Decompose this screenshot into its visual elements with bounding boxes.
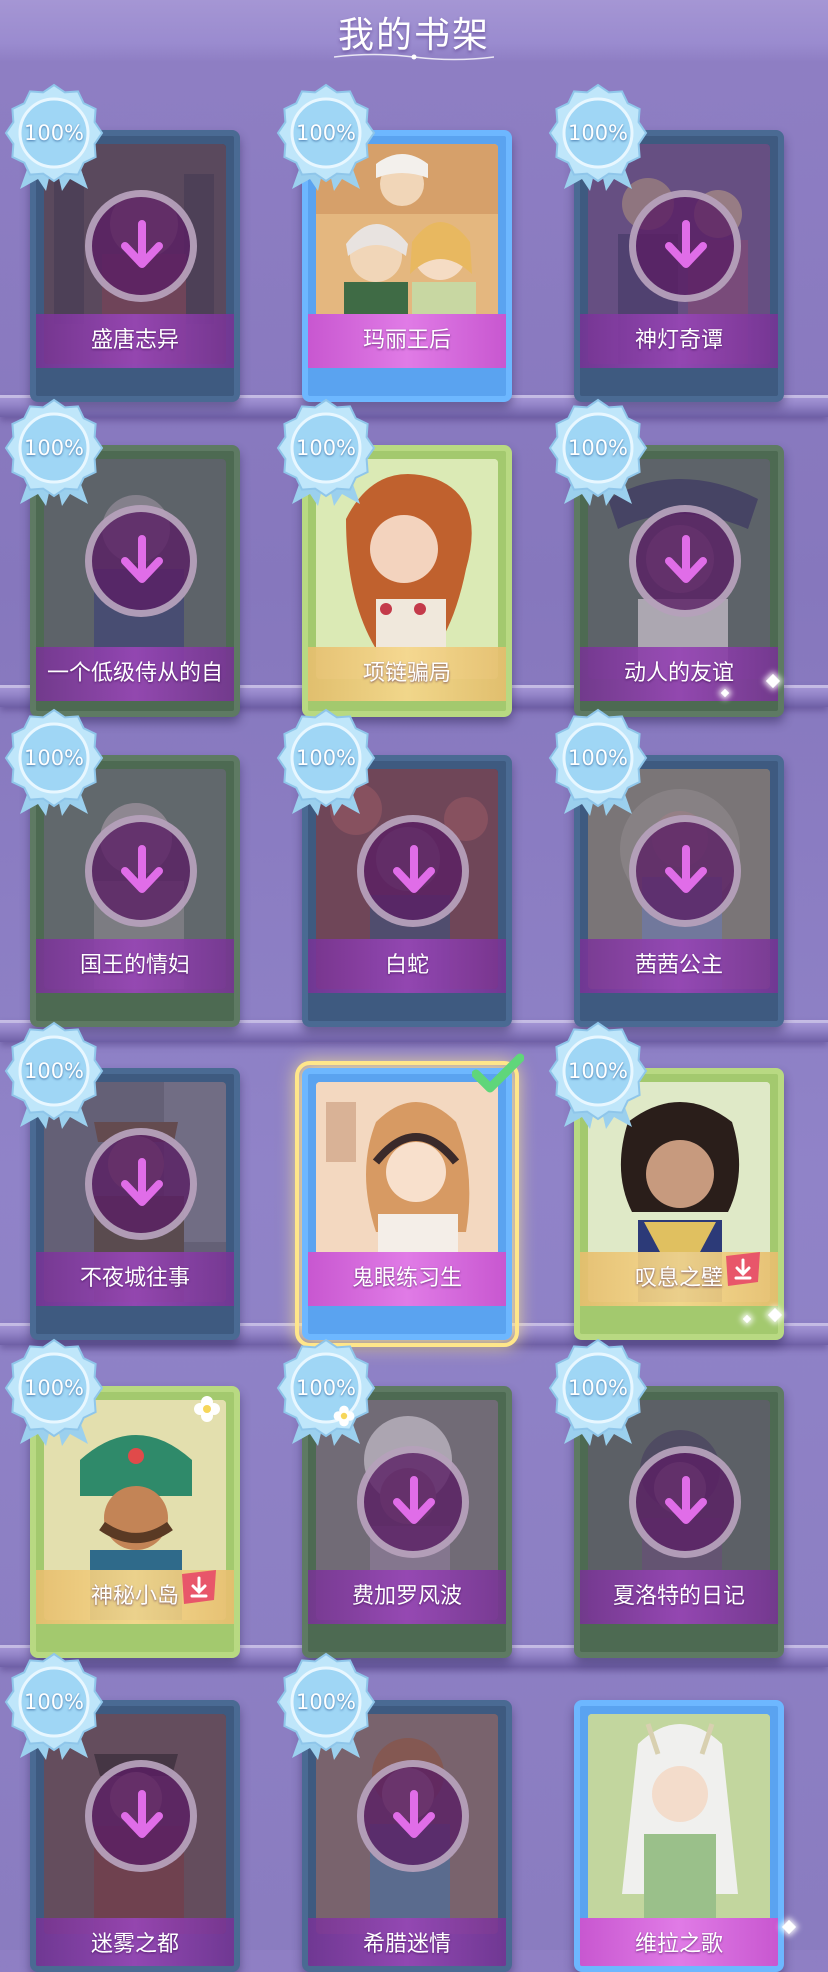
progress-badge: 100%: [544, 83, 652, 191]
downloaded-tag-icon: [182, 1570, 216, 1604]
download-arrow-icon: [665, 220, 707, 268]
progress-text: 100%: [295, 746, 357, 770]
download-arrow-icon: [121, 845, 163, 893]
book-title: 玛丽王后: [308, 314, 506, 368]
progress-badge: 100%: [544, 708, 652, 816]
progress-text: 100%: [567, 121, 629, 145]
book-title: 神灯奇谭: [580, 314, 778, 368]
book-cover: [588, 1714, 770, 1934]
download-arrow-icon: [393, 1790, 435, 1838]
book-title: 茜茜公主: [580, 939, 778, 993]
progress-text: 100%: [23, 1690, 85, 1714]
progress-badge: 100%: [544, 1338, 652, 1446]
flower-decoration: [194, 1396, 220, 1422]
download-button[interactable]: [357, 1446, 469, 1558]
progress-text: 100%: [567, 746, 629, 770]
progress-text: 100%: [23, 121, 85, 145]
downloaded-tag-icon: [726, 1252, 760, 1286]
progress-text: 100%: [23, 1059, 85, 1083]
download-arrow-icon: [665, 1476, 707, 1524]
progress-text: 100%: [295, 1376, 357, 1400]
download-button[interactable]: [85, 815, 197, 927]
progress-text: 100%: [23, 436, 85, 460]
book-title: 费加罗风波: [308, 1570, 506, 1624]
download-button[interactable]: [629, 190, 741, 302]
download-button[interactable]: [629, 505, 741, 617]
progress-badge: 100%: [0, 83, 108, 191]
progress-badge: 100%: [272, 1652, 380, 1760]
book-title: 国王的情妇: [36, 939, 234, 993]
book-title: 不夜城往事: [36, 1252, 234, 1306]
book-title: 白蛇: [308, 939, 506, 993]
book-title: 一个低级侍从的自: [36, 647, 234, 701]
download-arrow-icon: [121, 220, 163, 268]
progress-badge: 100%: [544, 1021, 652, 1129]
progress-text: 100%: [567, 1059, 629, 1083]
download-arrow-icon: [665, 845, 707, 893]
download-button[interactable]: [85, 190, 197, 302]
book-card[interactable]: 维拉之歌: [574, 1700, 784, 1972]
download-button[interactable]: [629, 815, 741, 927]
progress-text: 100%: [295, 436, 357, 460]
cover-illustration: [588, 1714, 770, 1934]
download-button[interactable]: [85, 1760, 197, 1872]
progress-badge: 100%: [272, 1338, 380, 1446]
book-title: 希腊迷情: [308, 1918, 506, 1966]
book-title: 项链骗局: [308, 647, 506, 701]
flower-decoration: [333, 1405, 355, 1427]
download-arrow-icon: [121, 1790, 163, 1838]
book-title: 夏洛特的日记: [580, 1570, 778, 1624]
page-title: 我的书架: [337, 15, 490, 56]
progress-badge: 100%: [272, 83, 380, 191]
progress-badge: 100%: [0, 1021, 108, 1129]
check-icon: [472, 1053, 524, 1093]
progress-badge: 100%: [544, 398, 652, 506]
download-arrow-icon: [393, 845, 435, 893]
sparkle-decoration: [781, 1919, 797, 1935]
book-title: 盛唐志异: [36, 314, 234, 368]
download-arrow-icon: [121, 535, 163, 583]
download-button[interactable]: [85, 505, 197, 617]
book-title: 维拉之歌: [580, 1918, 778, 1966]
download-arrow-icon: [393, 1476, 435, 1524]
book-title: 动人的友谊: [580, 647, 778, 701]
download-arrow-icon: [665, 535, 707, 583]
progress-badge: 100%: [272, 398, 380, 506]
progress-text: 100%: [295, 121, 357, 145]
download-button[interactable]: [629, 1446, 741, 1558]
progress-text: 100%: [567, 1376, 629, 1400]
progress-badge: 100%: [0, 1652, 108, 1760]
book-title: 鬼眼练习生: [308, 1252, 506, 1306]
download-button[interactable]: [357, 1760, 469, 1872]
progress-badge: 100%: [0, 1338, 108, 1446]
title-ornament: [334, 53, 494, 61]
progress-text: 100%: [295, 1690, 357, 1714]
progress-badge: 100%: [0, 708, 108, 816]
download-button[interactable]: [85, 1128, 197, 1240]
progress-text: 100%: [23, 746, 85, 770]
progress-text: 100%: [23, 1376, 85, 1400]
download-arrow-icon: [121, 1158, 163, 1206]
progress-badge: 100%: [272, 708, 380, 816]
progress-text: 100%: [567, 436, 629, 460]
progress-badge: 100%: [0, 398, 108, 506]
book-card-selected[interactable]: 鬼眼练习生: [295, 1061, 519, 1347]
download-button[interactable]: [357, 815, 469, 927]
book-title: 迷雾之都: [36, 1918, 234, 1966]
